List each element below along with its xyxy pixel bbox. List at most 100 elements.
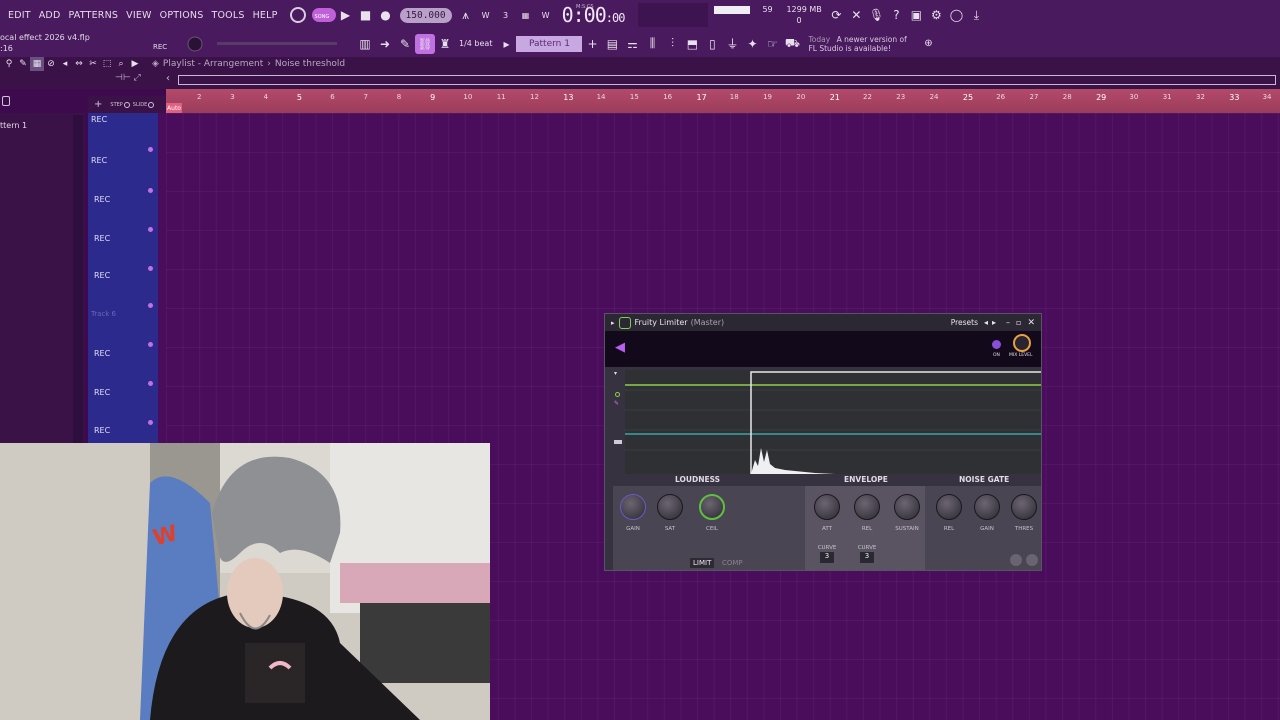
release-curve-value[interactable]: 3 [860,552,874,563]
track-mute-dot[interactable] [148,342,153,347]
gate-option-icon-2[interactable] [1026,554,1038,566]
menu-options[interactable]: OPTIONS [156,10,208,21]
gate-option-icon-1[interactable] [1010,554,1022,566]
on-toggle[interactable] [992,340,1001,349]
breadcrumb-target[interactable]: Noise threshold [275,59,345,69]
gain-knob[interactable] [620,494,646,520]
menu-tools[interactable]: TOOLS [207,10,248,21]
playback-tool-icon[interactable]: ▶ [128,57,142,71]
add-track-icon[interactable]: + [94,99,102,110]
browser-icon[interactable]: ⬒ [682,34,702,54]
menu-patterns[interactable]: PATTERNS [64,10,122,21]
plug-icon[interactable]: ⏚ [722,34,742,54]
plugin-icon[interactable]: ⚙ [926,5,946,25]
saturation-knob[interactable] [657,494,683,520]
preset-next-icon[interactable]: ▸ [992,318,996,327]
menu-view[interactable]: VIEW [122,10,156,21]
mute-tool-icon[interactable]: ◂ [58,57,72,71]
playlist-options-icon[interactable] [2,96,10,106]
preset-prev-icon[interactable]: ◂ [984,318,988,327]
chat-icon[interactable]: ◯ [946,5,966,25]
plugin-titlebar[interactable]: ▸ Fruity Limiter (Master) Presets ◂ ▸ – … [605,314,1041,331]
arrow-icon[interactable]: ➜ [375,34,395,54]
attack-knob[interactable] [814,494,840,520]
track-header-label[interactable]: REC [94,271,110,280]
slip-tool-icon[interactable]: ⇔ [72,57,86,71]
file-icon[interactable]: ▯ [702,34,722,54]
zoom-tool-icon[interactable]: ⌕ [114,57,128,71]
attack-curve-value[interactable]: 3 [820,552,834,563]
track-header-label[interactable]: REC [91,156,107,165]
playlist-icon[interactable]: ▤ [602,34,622,54]
mixer-icon[interactable]: ⫼ [642,34,662,54]
graph-gain-dot-icon[interactable] [615,392,620,397]
step-edit-icon[interactable]: ▦ [516,5,536,25]
loop-record-icon[interactable]: W [536,5,556,25]
delete-tool-icon[interactable]: ⊘ [44,57,58,71]
paint-tool-icon[interactable]: ▦ [30,57,44,71]
scroll-left-icon[interactable]: ‹ [166,73,170,84]
minimize-icon[interactable]: – [1006,318,1010,327]
mix-level-knob[interactable] [1013,334,1031,352]
pattern-prev-icon[interactable]: ▸ [496,34,516,54]
download-icon[interactable]: ⤓ [966,5,986,25]
pattern-selector[interactable]: Pattern 1 [516,35,583,52]
metronome-icon[interactable]: ⩚ [456,5,476,25]
track-mute-dot[interactable] [148,227,153,232]
menu-help[interactable]: HELP [249,10,282,21]
gate-gain-knob[interactable] [974,494,1000,520]
threshold-knob[interactable] [1011,494,1037,520]
graph-pencil-icon[interactable]: ✎ [614,400,619,407]
plugin-manager-icon[interactable]: ✕ [846,5,866,25]
track-header-label[interactable]: REC [94,234,110,243]
limit-tab[interactable]: LIMIT [690,558,715,568]
picker-scrollbar[interactable] [73,115,83,443]
timeline-ruler[interactable]: 2 3 4 5 6 7 8 9 10 11 12 13 14 15 16 17 18 19 20 21 22 23 24 25… [166,89,1280,113]
pattern-list-item[interactable]: ttern 1 [0,121,27,130]
refresh-icon[interactable]: ⟳ [826,5,846,25]
track-scroll-strip[interactable] [158,113,166,443]
draw-tool-icon[interactable]: ✎ [16,57,30,71]
track-header-label[interactable]: Track 6 [91,310,116,318]
snap-selector[interactable]: 1/4 beat [459,39,492,48]
ceiling-knob[interactable] [699,494,725,520]
fruity-limiter-window[interactable]: ▸ Fruity Limiter (Master) Presets ◂ ▸ – … [604,313,1042,571]
record-icon[interactable]: ● [376,5,396,25]
add-pattern-icon[interactable]: + [582,34,602,54]
tempo-display[interactable]: 150.000 [399,7,452,23]
menu-add[interactable]: ADD [35,10,65,21]
microphone-icon[interactable]: 🎙 [866,5,886,25]
gain-graph[interactable] [625,370,1041,474]
save-icon[interactable]: ▣ [906,5,926,25]
magnet-icon[interactable]: ⚲ [2,57,16,71]
channel-rack-icon[interactable]: ⚎ [622,34,642,54]
track-header-label[interactable]: REC [91,115,107,124]
track-mute-dot[interactable] [148,381,153,386]
globe-icon[interactable]: ⊕ [918,34,938,54]
track-header-label[interactable]: REC [94,195,110,204]
track-mute-dot[interactable] [148,188,153,193]
comp-tab[interactable]: COMP [719,558,746,568]
collapse-arrow-icon[interactable]: ▸ [611,319,615,327]
track-mute-dot[interactable] [148,420,153,425]
zoom-handle-icon[interactable]: ⊣⊢ ⤢ [115,73,141,83]
cart-icon[interactable]: ⛟ [782,34,802,54]
countdown-icon[interactable]: 3 [496,5,516,25]
close-icon[interactable]: ✕ [1027,318,1035,328]
master-pitch-slider[interactable] [217,42,337,45]
output-knob-icon[interactable] [185,34,205,54]
play-icon[interactable]: ▶ [336,5,356,25]
graph-menu-icon[interactable]: ▾ [614,370,617,377]
track-header-label[interactable]: REC [94,426,110,435]
slice-tool-icon[interactable]: ✂ [86,57,100,71]
gate-release-knob[interactable] [936,494,962,520]
track-mute-dot[interactable] [148,303,153,308]
song-mode-toggle[interactable]: SONG [311,8,336,22]
select-tool-icon[interactable]: ⬚ [100,57,114,71]
speaker-icon[interactable]: ◀ [615,340,631,356]
master-volume-icon[interactable] [288,5,308,25]
slide-toggle-icon[interactable] [148,101,155,108]
tuning-icon[interactable]: ✦ [742,34,762,54]
help-icon[interactable]: ? [886,5,906,25]
menu-edit[interactable]: EDIT [4,10,35,21]
